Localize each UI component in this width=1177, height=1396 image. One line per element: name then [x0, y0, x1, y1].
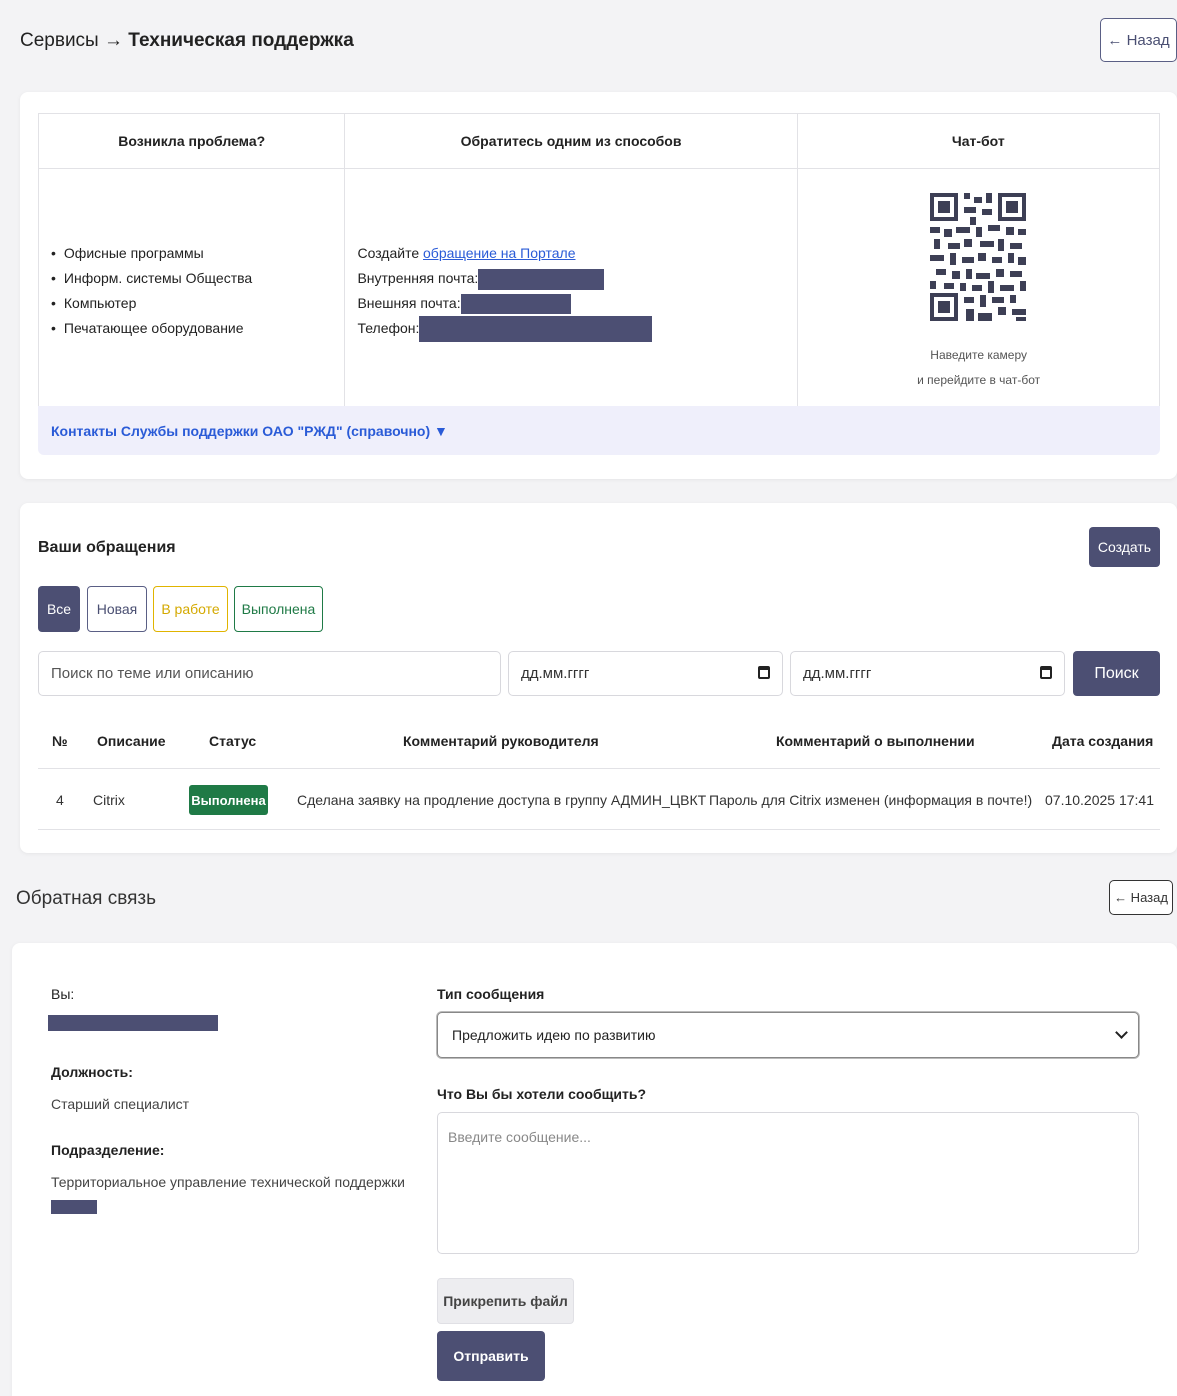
date-from-input[interactable]: дд.мм.гггг	[508, 651, 783, 696]
col-problem-title: Возникла проблема?	[39, 114, 346, 168]
qr-caption: Наведите камеру и перейдите в чат-бот	[798, 343, 1160, 393]
search-input[interactable]: Поиск по теме или описанию	[38, 651, 501, 696]
breadcrumb: Сервисы → Техническая поддержка	[20, 30, 354, 52]
date-from-value: дд.мм.гггг	[521, 665, 590, 682]
redacted-user-name	[48, 1015, 218, 1031]
feedback-title: Обратная связь	[16, 888, 156, 909]
message-label: Что Вы бы хотели сообщить?	[437, 1086, 647, 1102]
qr-caption-line-2: и перейдите в чат-бот	[917, 373, 1041, 387]
search-button[interactable]: Поиск	[1073, 651, 1160, 696]
col-header-description: Описание	[97, 733, 166, 749]
breadcrumb-current: Техническая поддержка	[128, 30, 354, 51]
feedback-back-button[interactable]: ← Назад	[1109, 880, 1173, 915]
filter-all[interactable]: Все	[38, 586, 80, 632]
row-completion-comment: Пароль для Citrix изменен (информация в …	[709, 792, 1033, 808]
message-type-select[interactable]: Предложить идею по развитию	[437, 1012, 1139, 1058]
row-created: 07.10.2025 17:41	[1045, 792, 1154, 808]
problem-item: Компьютер	[51, 291, 252, 316]
breadcrumb-separator: →	[104, 30, 123, 51]
status-badge: Выполнена	[189, 785, 268, 815]
date-to-value: дд.мм.гггг	[803, 665, 872, 682]
date-to-input[interactable]: дд.мм.гггг	[790, 651, 1065, 696]
message-textarea[interactable]: Введите сообщение...	[437, 1112, 1139, 1254]
qr-code	[929, 193, 1026, 321]
calendar-icon[interactable]	[1040, 666, 1052, 679]
col-header-status: Статус	[209, 733, 257, 749]
position-value: Старший специалист	[51, 1096, 190, 1112]
redacted-internal-mail	[478, 268, 605, 290]
breadcrumb-parent[interactable]: Сервисы	[20, 30, 99, 51]
division-label: Подразделение:	[51, 1142, 165, 1158]
chevron-down-icon	[1115, 1026, 1128, 1039]
row-number: 4	[56, 792, 64, 808]
chatbot-cell: Наведите камеру и перейдите в чат-бот	[798, 169, 1159, 407]
phone-line: Телефон:	[357, 316, 653, 343]
external-mail-label: Внешняя почта:	[357, 295, 461, 311]
row-manager-comment: Сделана заявку на продление доступа в гр…	[297, 792, 707, 808]
support-table-header: Возникла проблема? Обратитесь одним из с…	[39, 114, 1159, 169]
col-header-completion-comment: Комментарий о выполнении	[776, 733, 975, 749]
filter-in-progress[interactable]: В работе	[153, 586, 228, 632]
internal-mail-line: Внутренняя почта:	[357, 266, 652, 291]
requests-title: Ваши обращения	[38, 539, 176, 556]
col-header-created: Дата создания	[1052, 733, 1154, 749]
attach-file-button[interactable]: Прикрепить файл	[437, 1278, 574, 1324]
row-description: Citrix	[93, 792, 125, 808]
contact-ways: Создайте обращение на Портале Внутренняя…	[357, 241, 653, 343]
ways-cell: Создайте обращение на Портале Внутренняя…	[345, 169, 798, 407]
support-table-body: Офисные программы Информ. системы Общест…	[39, 169, 1159, 407]
internal-mail-label: Внутренняя почта:	[357, 270, 479, 286]
phone-label: Телефон:	[357, 320, 420, 336]
redacted-external-mail	[460, 294, 571, 315]
problems-list: Офисные программы Информ. системы Общест…	[51, 241, 252, 341]
col-header-manager-comment: Комментарий руководителя	[403, 733, 599, 749]
table-divider	[38, 768, 1160, 769]
support-contacts-toggle[interactable]: Контакты Службы поддержки ОАО "РЖД" (спр…	[38, 406, 1160, 455]
external-mail-line: Внешняя почта:	[357, 291, 652, 316]
calendar-icon[interactable]	[758, 666, 770, 679]
redacted-division	[51, 1200, 97, 1214]
problem-item: Офисные программы	[51, 241, 252, 266]
filter-new[interactable]: Новая	[87, 586, 147, 632]
col-ways-title: Обратитесь одним из способов	[345, 114, 798, 168]
table-divider	[38, 829, 1160, 830]
redacted-phone	[419, 316, 653, 343]
portal-request-link[interactable]: обращение на Портале	[423, 245, 575, 261]
message-type-label: Тип сообщения	[437, 986, 545, 1002]
problem-item: Информ. системы Общества	[51, 266, 252, 291]
qr-caption-line-1: Наведите камеру	[930, 348, 1027, 362]
portal-prefix: Создайте	[357, 245, 424, 261]
division-value: Территориальное управление технической п…	[51, 1174, 405, 1190]
col-chatbot-title: Чат-бот	[951, 133, 1005, 149]
problem-item: Печатающее оборудование	[51, 316, 252, 341]
back-button[interactable]: ← Назад	[1100, 18, 1177, 62]
send-button[interactable]: Отправить	[437, 1331, 545, 1381]
col-header-number: №	[52, 733, 68, 749]
filter-done[interactable]: Выполнена	[234, 586, 323, 632]
problems-cell: Офисные программы Информ. системы Общест…	[39, 169, 346, 407]
message-type-value: Предложить идею по развитию	[452, 1027, 656, 1043]
create-request-button[interactable]: Создать	[1089, 527, 1160, 567]
you-label: Вы:	[51, 986, 75, 1002]
portal-line: Создайте обращение на Портале	[357, 241, 652, 266]
position-label: Должность:	[51, 1064, 133, 1080]
support-table: Возникла проблема? Обратитесь одним из с…	[38, 113, 1160, 408]
